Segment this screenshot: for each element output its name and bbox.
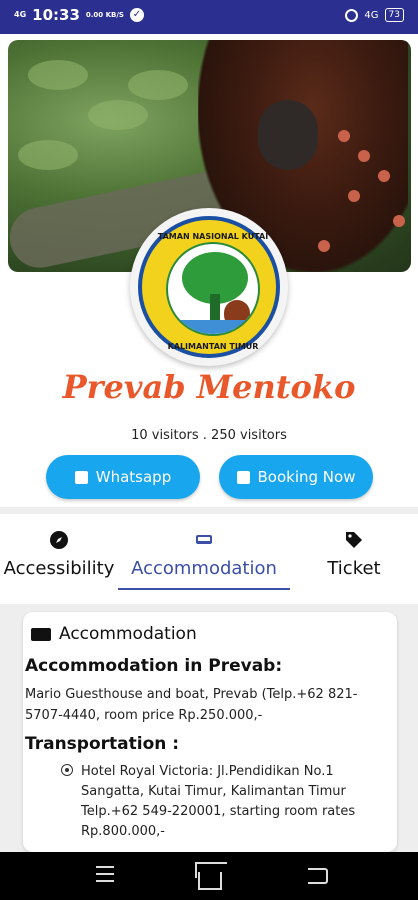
booking-now-button[interactable]: Booking Now — [219, 455, 373, 499]
menu-icon[interactable] — [96, 866, 114, 886]
back-icon[interactable] — [308, 868, 328, 884]
place-title: Prevab Mentoko — [62, 368, 356, 406]
network-indicator-left: 4G — [14, 10, 27, 19]
system-nav-bar — [0, 852, 418, 900]
tab-accommodation[interactable]: Accommodation — [118, 526, 290, 592]
compass-icon — [50, 531, 68, 549]
tab-accessibility-label: Accessibility — [3, 558, 115, 579]
tab-ticket[interactable]: Ticket — [290, 526, 418, 592]
park-logo: TAMAN NASIONAL KUTAI KALIMANTAN TIMUR — [130, 208, 288, 366]
booking-label: Booking Now — [257, 468, 356, 486]
info-tabs: Accessibility Accommodation Ticket — [0, 526, 418, 596]
tab-ticket-label: Ticket — [327, 558, 381, 579]
sofa-icon — [196, 535, 212, 544]
battery-icon: 73 — [384, 8, 404, 22]
list-item: Hotel Royal Victoria: Jl.Pendidikan No.1… — [81, 764, 356, 839]
network-speed: 0.00 KB/S — [85, 10, 124, 19]
tab-accommodation-label: Accommodation — [131, 558, 277, 579]
clock: 10:33 — [32, 6, 80, 24]
accommodation-heading: Accommodation in Prevab: — [25, 656, 283, 676]
transportation-heading: Transportation : — [25, 734, 180, 754]
alarm-icon — [345, 8, 359, 22]
sofa-icon — [31, 627, 51, 641]
tag-icon — [346, 532, 362, 548]
logo-top-text: TAMAN NASIONAL KUTAI — [157, 232, 269, 241]
accommodation-card: Accommodation Accommodation in Prevab: M… — [23, 612, 397, 852]
visitor-count: 10 visitors . 250 visitors — [131, 428, 287, 443]
card-title-text: Accommodation — [59, 624, 197, 644]
whatsapp-button[interactable]: Whatsapp — [46, 455, 200, 499]
active-tab-indicator — [118, 588, 290, 590]
section-divider — [0, 507, 418, 514]
whatsapp-label: Whatsapp — [95, 468, 172, 486]
tab-accessibility[interactable]: Accessibility — [0, 526, 118, 592]
card-title: Accommodation — [31, 624, 197, 644]
network-indicator-right: 4G — [364, 9, 379, 21]
chat-icon — [74, 470, 88, 484]
logo-bottom-text: KALIMANTAN TIMUR — [167, 342, 259, 351]
status-bar: 4G 10:33 0.00 KB/S ✓ 4G 73 — [0, 0, 418, 34]
accommodation-text: Mario Guesthouse and boat, Prevab (Telp.… — [25, 687, 358, 723]
home-icon[interactable] — [198, 872, 222, 890]
book-icon — [236, 470, 250, 484]
check-icon: ✓ — [129, 8, 144, 22]
